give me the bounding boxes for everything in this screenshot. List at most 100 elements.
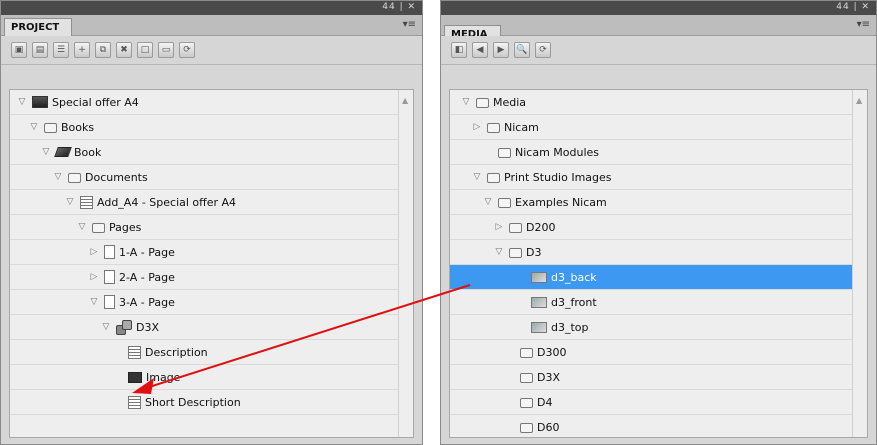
tree-row-label: d3_front bbox=[551, 295, 597, 309]
collapse-toggle-icon[interactable]: ▽ bbox=[40, 147, 52, 157]
tree-row[interactable]: ▽ D3 bbox=[450, 240, 853, 265]
tree-row[interactable]: ▽ Book bbox=[10, 140, 399, 165]
expand-toggle-icon[interactable]: ▷ bbox=[88, 272, 100, 282]
tree-row-label: D3X bbox=[136, 320, 160, 334]
text-icon bbox=[128, 395, 141, 409]
collapse-toggle-icon[interactable]: ▽ bbox=[76, 222, 88, 232]
duplicate-icon[interactable]: ⧉ bbox=[95, 42, 111, 58]
previous-icon[interactable]: ◀ bbox=[472, 42, 488, 58]
tree-row[interactable]: ▽ Special offer A4 bbox=[10, 90, 399, 115]
tree-row[interactable]: ▽ Documents bbox=[10, 165, 399, 190]
media-toolbar: ◧ ◀ ▶ 🔍 ⟳ bbox=[441, 36, 876, 65]
folder-icon bbox=[509, 223, 522, 233]
expand-toggle-icon[interactable]: ▷ bbox=[88, 247, 100, 257]
collapse-toggle-icon[interactable]: ▽ bbox=[460, 97, 472, 107]
collapse-toggle-icon[interactable]: ▽ bbox=[52, 172, 64, 182]
collapse-toggle-icon[interactable]: ▽ bbox=[482, 197, 494, 207]
book-icon bbox=[54, 147, 72, 157]
collapse-toggle-icon[interactable]: ▽ bbox=[64, 197, 76, 207]
tree-row[interactable]: Description bbox=[10, 340, 399, 365]
tree-row-label: D60 bbox=[537, 420, 560, 434]
tree-row-label: 1-A - Page bbox=[119, 245, 175, 259]
refresh-icon[interactable]: ⟳ bbox=[535, 42, 551, 58]
tree-row-label: Image bbox=[146, 370, 181, 384]
tree-row[interactable]: ▽ Print Studio Images bbox=[450, 165, 853, 190]
folder-icon bbox=[520, 348, 533, 358]
tree-row[interactable]: d3_top bbox=[450, 315, 853, 340]
project-tree: ▽ Special offer A4 ▽ Books ▽ Book ▽ Documents ▽ A… bbox=[9, 89, 414, 438]
add-icon[interactable]: + bbox=[74, 42, 90, 58]
tree-row-label: D3X bbox=[537, 370, 561, 384]
scroll-up-icon[interactable]: ▲ bbox=[402, 96, 408, 105]
folder-icon bbox=[520, 373, 533, 383]
tree-row-label: Books bbox=[61, 120, 95, 134]
tree-row-label: 2-A - Page bbox=[119, 270, 175, 284]
folder-icon bbox=[520, 398, 533, 408]
folder-icon bbox=[476, 98, 489, 108]
tree-row[interactable]: ▽ Media bbox=[450, 90, 853, 115]
window-controls[interactable]: 44 | ✕ bbox=[382, 2, 416, 12]
tree-row[interactable]: ▷ D200 bbox=[450, 215, 853, 240]
tree-row[interactable]: D3X bbox=[450, 365, 853, 390]
window-controls[interactable]: 44 | ✕ bbox=[836, 2, 870, 12]
scroll-up-icon[interactable]: ▲ bbox=[856, 96, 862, 105]
collapse-toggle-icon[interactable]: ▽ bbox=[493, 247, 505, 257]
tree-row-label: D200 bbox=[526, 220, 556, 234]
page-icon bbox=[104, 245, 115, 259]
next-icon[interactable]: ▶ bbox=[493, 42, 509, 58]
folder-icon bbox=[487, 123, 500, 133]
collapse-toggle-icon[interactable]: ▽ bbox=[88, 297, 100, 307]
page-icon bbox=[104, 270, 115, 284]
project-panel: 44 | ✕ PROJECT ▾≡ ▣ ▤ ☰ + ⧉ ✖ □ ▭ ⟳ ▽ Special off… bbox=[0, 0, 423, 445]
tree-row[interactable]: Short Description bbox=[10, 390, 399, 415]
tree-row-label: D3 bbox=[526, 245, 542, 259]
dark-box-icon bbox=[32, 96, 48, 108]
tree-row[interactable]: d3_front bbox=[450, 290, 853, 315]
tree-row[interactable]: Nicam Modules bbox=[450, 140, 853, 165]
tree-row[interactable]: ▽ 3-A - Page bbox=[10, 290, 399, 315]
media-scrollbar[interactable]: ▲ bbox=[852, 90, 867, 437]
folder-icon bbox=[498, 198, 511, 208]
tree-row[interactable]: ▷ 2-A - Page bbox=[10, 265, 399, 290]
tree-row[interactable]: D60 bbox=[450, 415, 853, 440]
panel-menu-icon[interactable]: ▾≡ bbox=[403, 19, 416, 30]
tree-row[interactable]: ▽ D3X bbox=[10, 315, 399, 340]
new-page-icon[interactable]: □ bbox=[137, 42, 153, 58]
expand-toggle-icon[interactable]: ▷ bbox=[471, 122, 483, 132]
collapse-toggle-icon[interactable]: ▽ bbox=[28, 122, 40, 132]
collapse-toggle-icon[interactable]: ▽ bbox=[471, 172, 483, 182]
tree-row[interactable]: Image bbox=[10, 365, 399, 390]
project-scrollbar[interactable]: ▲ bbox=[398, 90, 413, 437]
tree-row-label: Add_A4 - Special offer A4 bbox=[97, 195, 237, 209]
folder-icon bbox=[509, 248, 522, 258]
tree-row[interactable]: ▽ Books bbox=[10, 115, 399, 140]
image-icon bbox=[531, 272, 547, 283]
tree-row[interactable]: ▷ Nicam bbox=[450, 115, 853, 140]
delete-icon[interactable]: ✖ bbox=[116, 42, 132, 58]
tree-row[interactable]: D4 bbox=[450, 390, 853, 415]
project-tab-row: PROJECT ▾≡ bbox=[1, 15, 422, 36]
expand-toggle-icon[interactable]: ▷ bbox=[493, 222, 505, 232]
image-icon bbox=[531, 297, 547, 308]
tree-row[interactable]: D300 bbox=[450, 340, 853, 365]
tree-row[interactable]: ▽ Pages bbox=[10, 215, 399, 240]
search-icon[interactable]: 🔍 bbox=[514, 42, 530, 58]
tab-project[interactable]: PROJECT bbox=[4, 18, 73, 36]
collapse-toggle-icon[interactable]: ▽ bbox=[100, 322, 112, 332]
properties-icon[interactable]: ☰ bbox=[53, 42, 69, 58]
collapse-toggle-icon[interactable]: ▽ bbox=[16, 97, 28, 107]
preview-icon[interactable]: ▭ bbox=[158, 42, 174, 58]
folder-icon bbox=[68, 173, 81, 183]
folder-icon bbox=[92, 223, 105, 233]
tree-row[interactable]: d3_back bbox=[450, 265, 853, 290]
tree-row[interactable]: ▽ Examples Nicam bbox=[450, 190, 853, 215]
tree-row[interactable]: ▷ 1-A - Page bbox=[10, 240, 399, 265]
save-as-icon[interactable]: ▤ bbox=[32, 42, 48, 58]
refresh-icon[interactable]: ⟳ bbox=[179, 42, 195, 58]
save-icon[interactable]: ▣ bbox=[11, 42, 27, 58]
panel-menu-icon[interactable]: ▾≡ bbox=[857, 19, 870, 30]
project-panel-titlebar: 44 | ✕ bbox=[1, 1, 422, 15]
tree-row[interactable]: ▽ Add_A4 - Special offer A4 bbox=[10, 190, 399, 215]
first-icon[interactable]: ◧ bbox=[451, 42, 467, 58]
tree-row-label: d3_top bbox=[551, 320, 589, 334]
